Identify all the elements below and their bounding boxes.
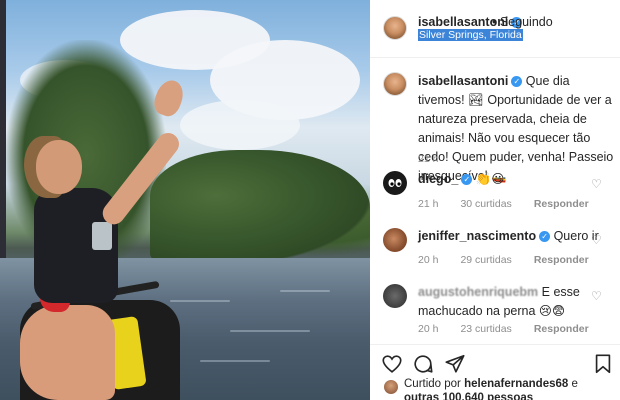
liked-by-others[interactable]: outras 100.640 pessoas [404,392,533,400]
trees-right [150,150,370,265]
comment-icon[interactable] [412,353,434,375]
comment-avatar[interactable] [383,228,407,252]
comment-username[interactable]: jeniffer_nascimento [418,229,536,243]
comment-meta: 20 h 23 curtidas Responder [418,323,589,335]
reply-button[interactable]: Responder [534,323,589,335]
comments-list[interactable]: isabellasantoni ✓ Que dia tivemos! 🏞 Opor… [370,58,620,344]
like-comment-heart-icon[interactable]: ♡ [591,178,603,190]
comment-avatar[interactable] [383,284,407,308]
comment-time[interactable]: 21 h [418,198,438,210]
eyes-icon [388,179,402,187]
comment-username[interactable]: diego_ [418,172,458,186]
post-actions: Curtido por helenafernandes68 e outras 1… [370,344,620,400]
comment-text: 👏😃 [475,172,505,186]
like-comment-heart-icon[interactable]: ♡ [591,234,603,246]
liked-by-username[interactable]: helenafernandes68 [464,378,568,390]
ripple [280,290,330,292]
verified-badge-icon: ✓ [511,76,523,87]
comment-likes[interactable]: 23 curtidas [460,323,511,335]
reply-button[interactable]: Responder [534,254,589,266]
comment-meta: 20 h 29 curtidas Responder [418,254,589,266]
caption-time[interactable]: 21 h [418,153,438,165]
post-header: isabellasantoni ✓ • Seguindo Silver Sprin… [370,0,620,58]
person-legs [20,305,115,400]
comment: augustohenriquebm E esse machucado na pe… [418,283,590,321]
comment-meta: 21 h 30 curtidas Responder [418,198,589,210]
caption-username[interactable]: isabellasantoni [418,74,508,88]
person-head [36,140,82,194]
comment-username[interactable]: augustohenriquebm [418,285,538,299]
liked-by-prefix: Curtido por [404,378,461,390]
comment-likes[interactable]: 29 curtidas [460,254,511,266]
comment-avatar[interactable] [383,171,407,195]
liked-by-suffix: e [571,378,578,390]
post-side-panel: isabellasantoni ✓ • Seguindo Silver Sprin… [370,0,620,400]
verified-badge-icon: ✓ [461,174,473,185]
following-status[interactable]: • Seguindo [492,15,553,29]
heart-icon[interactable] [381,353,403,375]
ripple [200,360,270,362]
comment: jeniffer_nascimento ✓ Quero ir [418,227,608,246]
like-comment-heart-icon[interactable]: ♡ [591,290,603,302]
comment: diego_ ✓ 👏😃 [418,170,598,189]
liked-by-summary: Curtido por helenafernandes68 e outras 1… [404,377,578,400]
liker-avatar[interactable] [384,380,398,394]
caption-meta: 21 h [418,153,460,165]
caption: isabellasantoni ✓ Que dia tivemos! 🏞 Opor… [418,72,614,186]
share-icon[interactable] [444,353,466,375]
verified-badge-icon: ✓ [539,231,551,242]
ripple [170,300,230,302]
comment-likes[interactable]: 30 curtidas [460,198,511,210]
author-avatar[interactable] [383,16,407,40]
post-location[interactable]: Silver Springs, Florida [418,29,523,41]
cloud [180,100,300,150]
caption-text: Que dia tivemos! 🏞 Oportunidade de ver a… [418,74,614,183]
post-photo[interactable] [0,0,370,400]
bookmark-icon[interactable] [592,353,614,375]
reply-button[interactable]: Responder [534,198,589,210]
ripple [230,330,310,332]
caption-avatar[interactable] [383,72,407,96]
comment-time[interactable]: 20 h [418,254,438,266]
comment-time[interactable]: 20 h [418,323,438,335]
life-vest-stripe [92,222,112,250]
